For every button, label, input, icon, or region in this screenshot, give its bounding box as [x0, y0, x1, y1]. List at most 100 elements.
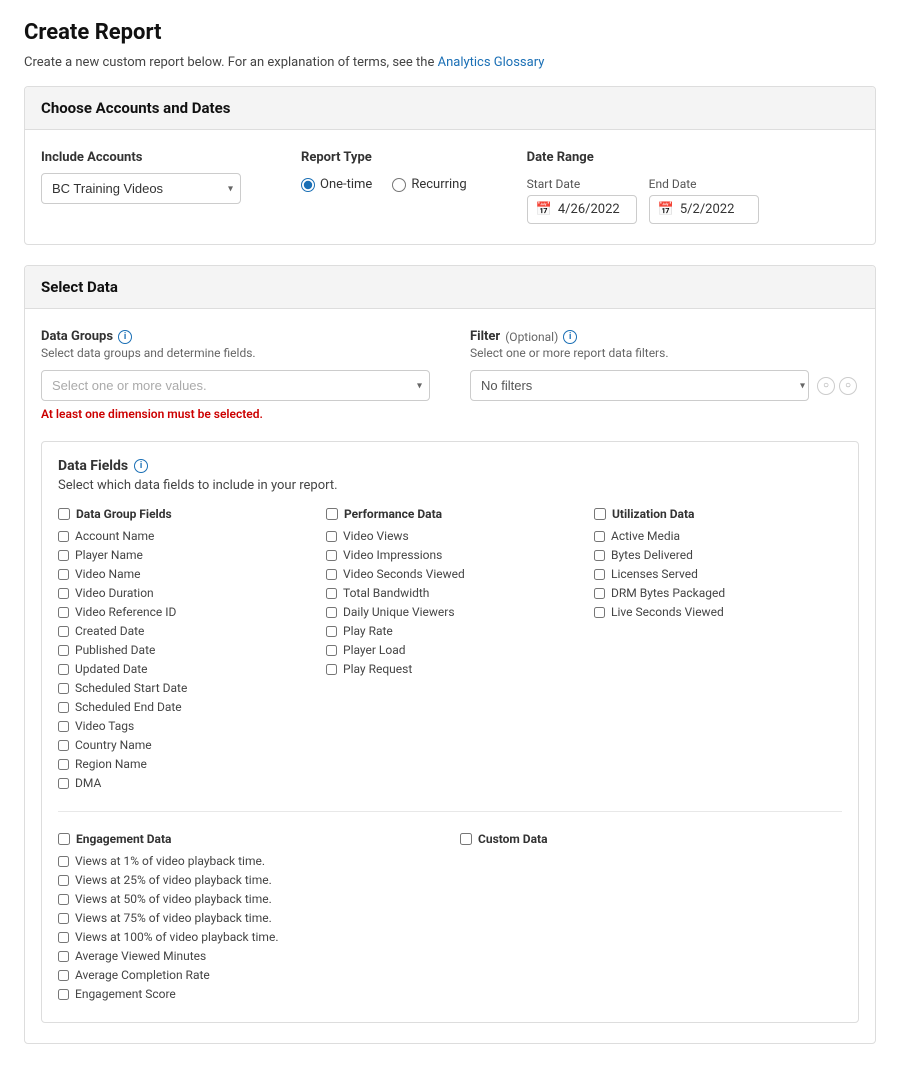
group-field-checkbox-5[interactable]	[58, 626, 69, 637]
data-groups-select[interactable]: Select one or more values.	[41, 370, 430, 401]
perf-label-1[interactable]: Video Impressions	[343, 548, 442, 562]
engagement-checkbox-0[interactable]	[58, 856, 69, 867]
group-field-checkbox-9[interactable]	[58, 702, 69, 713]
group-field-label-9[interactable]: Scheduled End Date	[75, 700, 182, 714]
filter-info-icon[interactable]: i	[563, 330, 577, 344]
group-field-checkbox-6[interactable]	[58, 645, 69, 656]
util-checkbox-0[interactable]	[594, 531, 605, 542]
glossary-link[interactable]: Analytics Glossary	[438, 55, 545, 70]
perf-label-4[interactable]: Daily Unique Viewers	[343, 605, 455, 619]
group-field-checkbox-1[interactable]	[58, 550, 69, 561]
custom-data-select-all[interactable]	[460, 833, 472, 845]
custom-data-col: Custom Data	[460, 832, 842, 854]
group-field-checkbox-0[interactable]	[58, 531, 69, 542]
perf-checkbox-5[interactable]	[326, 626, 337, 637]
group-field-checkbox-3[interactable]	[58, 588, 69, 599]
data-fields-info-icon[interactable]: i	[134, 459, 148, 473]
group-field-checkbox-11[interactable]	[58, 740, 69, 751]
group-field-label-5[interactable]: Created Date	[75, 624, 144, 638]
group-field-checkbox-10[interactable]	[58, 721, 69, 732]
engagement-checkbox-2[interactable]	[58, 894, 69, 905]
perf-label-6[interactable]: Player Load	[343, 643, 406, 657]
util-checkbox-2[interactable]	[594, 569, 605, 580]
group-field-label-3[interactable]: Video Duration	[75, 586, 154, 600]
list-item: Total Bandwidth	[326, 586, 574, 600]
engagement-label-5[interactable]: Average Viewed Minutes	[75, 949, 206, 963]
perf-checkbox-6[interactable]	[326, 645, 337, 656]
engagement-checkbox-6[interactable]	[58, 970, 69, 981]
perf-checkbox-1[interactable]	[326, 550, 337, 561]
engagement-label-7[interactable]: Engagement Score	[75, 987, 176, 1001]
group-field-label-11[interactable]: Country Name	[75, 738, 152, 752]
list-item: Play Request	[326, 662, 574, 676]
filter-edit-icon[interactable]: ○	[817, 377, 835, 395]
engagement-checkbox-3[interactable]	[58, 913, 69, 924]
perf-label-5[interactable]: Play Rate	[343, 624, 393, 638]
util-checkbox-4[interactable]	[594, 607, 605, 618]
group-field-label-12[interactable]: Region Name	[75, 757, 147, 771]
group-fields-list: Account Name Player Name Video Name Video D…	[58, 529, 306, 790]
group-field-label-6[interactable]: Published Date	[75, 643, 155, 657]
group-field-label-7[interactable]: Updated Date	[75, 662, 148, 676]
performance-data-select-all[interactable]	[326, 508, 338, 520]
perf-label-7[interactable]: Play Request	[343, 662, 412, 676]
engagement-label-2[interactable]: Views at 50% of video playback time.	[75, 892, 272, 906]
filter-select[interactable]: No filters	[470, 370, 809, 401]
utilization-data-select-all[interactable]	[594, 508, 606, 520]
include-accounts-select[interactable]: BC Training Videos	[41, 173, 241, 204]
group-field-checkbox-12[interactable]	[58, 759, 69, 770]
util-label-4[interactable]: Live Seconds Viewed	[611, 605, 724, 619]
utilization-list: Active Media Bytes Delivered Licenses Serv…	[594, 529, 842, 619]
include-accounts-label: Include Accounts	[41, 150, 241, 165]
filter-delete-icon[interactable]: ○	[839, 377, 857, 395]
group-field-checkbox-4[interactable]	[58, 607, 69, 618]
util-checkbox-3[interactable]	[594, 588, 605, 599]
group-field-label-10[interactable]: Video Tags	[75, 719, 134, 733]
filter-select-wrapper: No filters ▾ ○ ○	[470, 370, 859, 401]
util-label-1[interactable]: Bytes Delivered	[611, 548, 693, 562]
group-field-checkbox-2[interactable]	[58, 569, 69, 580]
list-item: Video Name	[58, 567, 306, 581]
engagement-label-1[interactable]: Views at 25% of video playback time.	[75, 873, 272, 887]
engagement-label-6[interactable]: Average Completion Rate	[75, 968, 210, 982]
list-item: Engagement Score	[58, 987, 440, 1001]
perf-label-2[interactable]: Video Seconds Viewed	[343, 567, 465, 581]
perf-checkbox-2[interactable]	[326, 569, 337, 580]
group-field-label-13[interactable]: DMA	[75, 776, 101, 790]
group-field-label-2[interactable]: Video Name	[75, 567, 140, 581]
util-label-0[interactable]: Active Media	[611, 529, 680, 543]
perf-checkbox-7[interactable]	[326, 664, 337, 675]
engagement-label-3[interactable]: Views at 75% of video playback time.	[75, 911, 272, 925]
engagement-label-4[interactable]: Views at 100% of video playback time.	[75, 930, 278, 944]
engagement-checkbox-4[interactable]	[58, 932, 69, 943]
report-type-recurring[interactable]: Recurring	[392, 177, 466, 192]
engagement-checkbox-5[interactable]	[58, 951, 69, 962]
group-field-checkbox-7[interactable]	[58, 664, 69, 675]
perf-label-0[interactable]: Video Views	[343, 529, 409, 543]
group-field-checkbox-8[interactable]	[58, 683, 69, 694]
engagement-checkbox-1[interactable]	[58, 875, 69, 886]
group-field-label-4[interactable]: Video Reference ID	[75, 605, 176, 619]
group-field-label-1[interactable]: Player Name	[75, 548, 143, 562]
report-type-recurring-radio[interactable]	[392, 178, 406, 192]
util-label-2[interactable]: Licenses Served	[611, 567, 698, 581]
report-type-onetime[interactable]: One-time	[301, 177, 372, 192]
engagement-checkbox-7[interactable]	[58, 989, 69, 1000]
perf-checkbox-3[interactable]	[326, 588, 337, 599]
group-field-checkbox-13[interactable]	[58, 778, 69, 789]
perf-label-3[interactable]: Total Bandwidth	[343, 586, 429, 600]
perf-checkbox-4[interactable]	[326, 607, 337, 618]
report-type-group: Report Type One-time Recurring	[301, 150, 467, 192]
group-field-label-0[interactable]: Account Name	[75, 529, 154, 543]
util-label-3[interactable]: DRM Bytes Packaged	[611, 586, 725, 600]
report-type-onetime-radio[interactable]	[301, 178, 315, 192]
data-groups-info-icon[interactable]: i	[118, 330, 132, 344]
end-date-input[interactable]: 📅 5/2/2022	[649, 195, 759, 224]
util-checkbox-1[interactable]	[594, 550, 605, 561]
engagement-select-all[interactable]	[58, 833, 70, 845]
group-fields-select-all[interactable]	[58, 508, 70, 520]
perf-checkbox-0[interactable]	[326, 531, 337, 542]
group-field-label-8[interactable]: Scheduled Start Date	[75, 681, 187, 695]
start-date-input[interactable]: 📅 4/26/2022	[527, 195, 637, 224]
engagement-label-0[interactable]: Views at 1% of video playback time.	[75, 854, 265, 868]
